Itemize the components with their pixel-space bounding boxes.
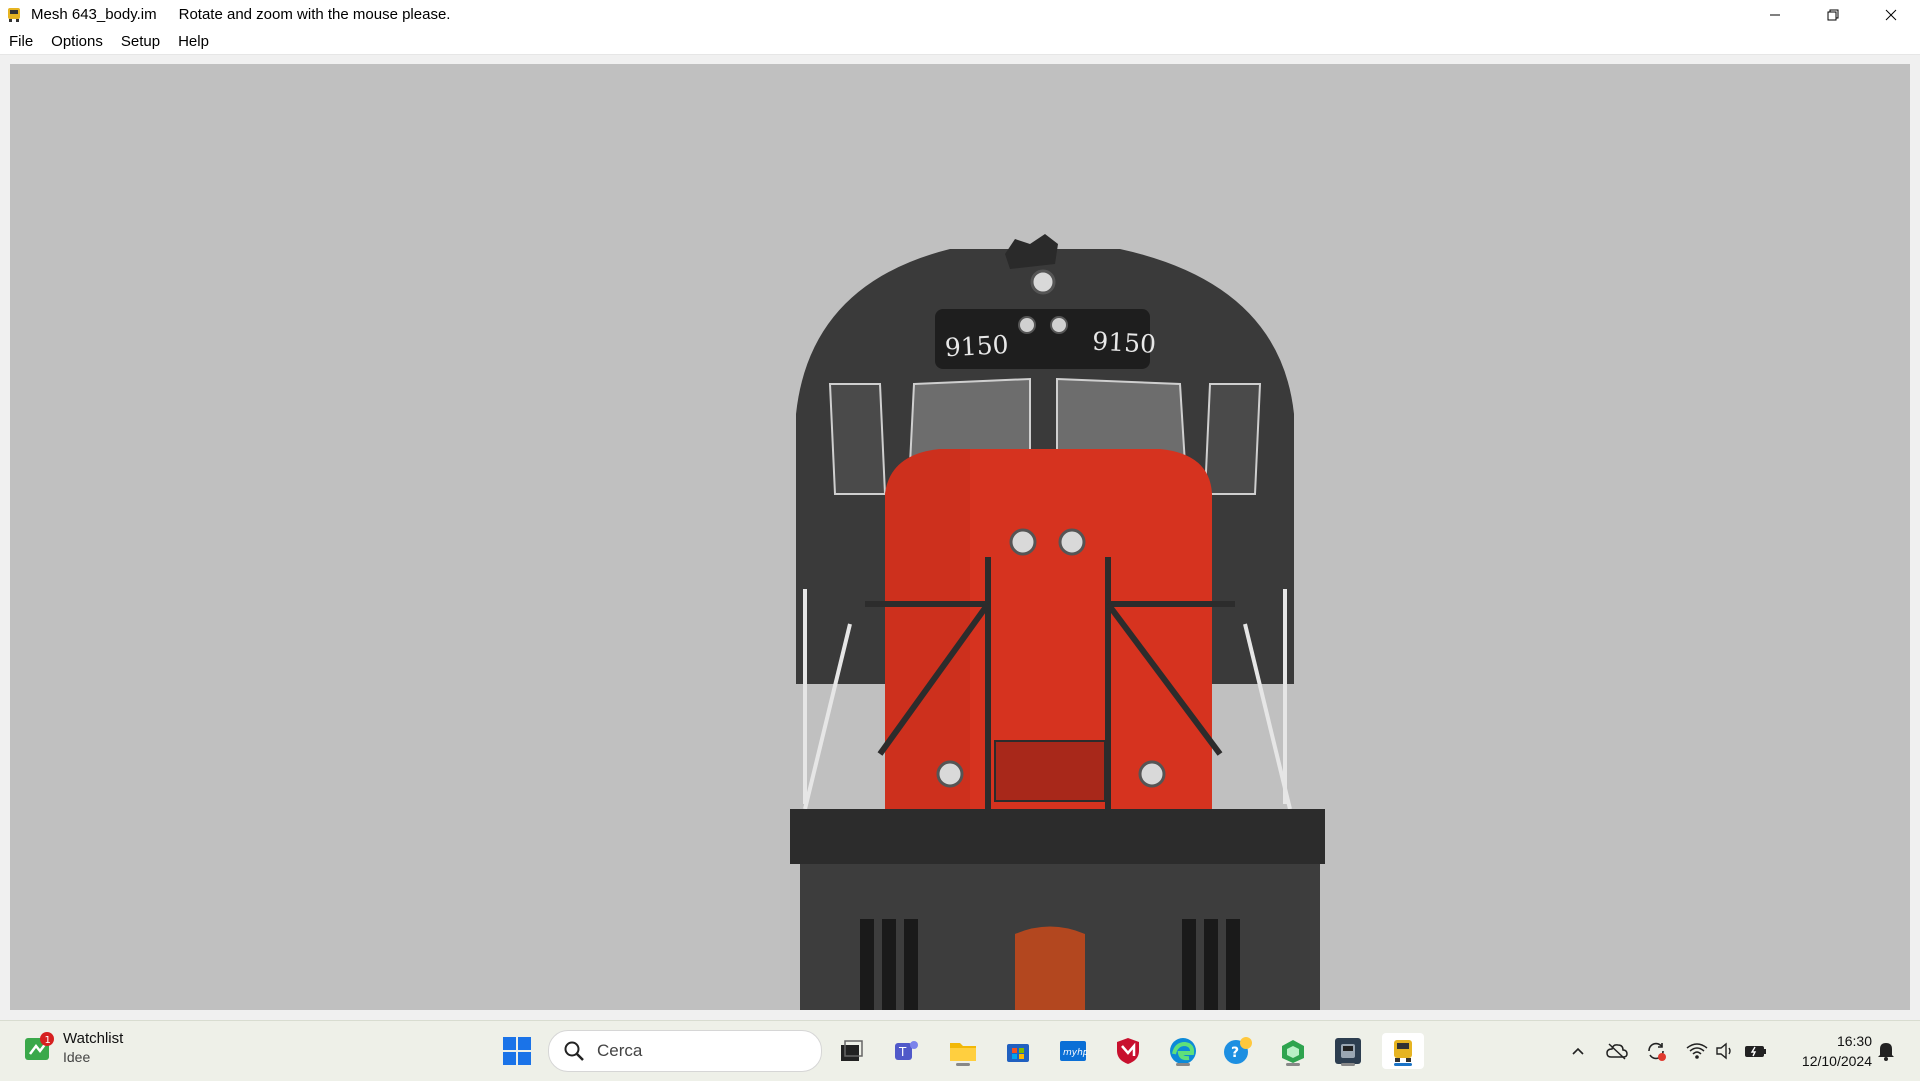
roof-horn — [1005, 234, 1058, 269]
number-board-right: 9150 — [1092, 327, 1157, 359]
menu-file[interactable]: File — [0, 33, 42, 50]
widget-title: Watchlist — [63, 1030, 124, 1047]
restore-button[interactable] — [1804, 0, 1862, 29]
windows-logo-icon — [503, 1037, 531, 1065]
mcafee-button[interactable] — [1110, 1033, 1146, 1069]
mcafee-shield-icon — [1117, 1038, 1139, 1064]
tray-overflow-button[interactable] — [1566, 1039, 1590, 1063]
wifi-icon — [1686, 1043, 1708, 1059]
marker-light-right — [1050, 316, 1068, 334]
cab-window-side-left — [828, 383, 887, 495]
number-board-left: 9150 — [944, 330, 1009, 362]
onedrive-button[interactable] — [1605, 1039, 1629, 1063]
chevron-up-icon — [1572, 1047, 1584, 1055]
speaker-icon — [1716, 1042, 1731, 1060]
volume-button[interactable] — [1713, 1039, 1737, 1063]
app-icon — [8, 7, 20, 22]
3d-viewport[interactable]: 9150 9150 — [10, 64, 1910, 1010]
coupler — [1015, 926, 1085, 1010]
widgets-button[interactable]: 1 Watchlist Idee — [22, 1029, 123, 1067]
sync-button[interactable] — [1644, 1039, 1668, 1063]
help-icon: ? — [1224, 1037, 1252, 1064]
file-explorer-button[interactable] — [945, 1033, 981, 1069]
taskbar-search[interactable]: Cerca — [548, 1030, 822, 1072]
edge-icon — [1170, 1038, 1196, 1064]
teams-icon: T — [895, 1041, 918, 1060]
clock-time: 16:30 — [1836, 1033, 1872, 1049]
cloud-offline-icon — [1606, 1043, 1628, 1060]
search-placeholder: Cerca — [597, 1041, 643, 1060]
hood-headlight-right — [1058, 528, 1086, 556]
clock-date: 12/10/2024 — [1801, 1053, 1872, 1069]
folder-icon — [950, 1043, 976, 1061]
taskbar-clock[interactable]: 16:30 12/10/2024 — [1782, 1031, 1872, 1071]
ditch-light-left — [936, 760, 964, 788]
viewport-frame: 9150 9150 — [0, 55, 1920, 1020]
battery-button[interactable] — [1744, 1039, 1768, 1063]
restore-icon — [1827, 9, 1839, 20]
menu-setup[interactable]: Setup — [112, 33, 169, 50]
mesh-viewer-button[interactable] — [1382, 1033, 1424, 1069]
task-view-icon — [841, 1040, 863, 1061]
mesh-viewer-icon — [1394, 1040, 1412, 1062]
get-help-button[interactable]: ? — [1220, 1033, 1256, 1069]
minimize-icon — [1770, 14, 1780, 15]
ditch-light-right — [1138, 760, 1166, 788]
window-title: Mesh 643_body.im — [31, 6, 157, 23]
menu-options[interactable]: Options — [42, 33, 112, 50]
app-green-icon — [1282, 1040, 1304, 1063]
myhp-button[interactable]: myhp — [1055, 1033, 1091, 1069]
teams-button[interactable]: T — [889, 1033, 925, 1069]
store-button[interactable] — [1000, 1033, 1036, 1069]
store-icon — [1007, 1044, 1029, 1062]
search-icon — [564, 1041, 584, 1061]
front-deck — [790, 809, 1325, 864]
green-app-button[interactable] — [1275, 1033, 1311, 1069]
marker-light-left — [1018, 316, 1036, 334]
svg-text:T: T — [898, 1045, 907, 1059]
top-headlight — [1030, 269, 1056, 295]
menu-help[interactable]: Help — [169, 33, 218, 50]
close-icon — [1885, 9, 1897, 20]
hood-headlight-left — [1009, 528, 1037, 556]
battery-charging-icon — [1745, 1046, 1766, 1057]
myhp-icon: myhp — [1060, 1041, 1087, 1061]
svg-text:?: ? — [1231, 1045, 1239, 1061]
svg-text:myhp: myhp — [1063, 1048, 1087, 1058]
start-button[interactable] — [499, 1033, 535, 1069]
train-sim-button[interactable] — [1330, 1033, 1366, 1069]
cab-window-side-right — [1203, 383, 1262, 495]
close-button[interactable] — [1862, 0, 1920, 29]
task-view-button[interactable] — [833, 1033, 869, 1069]
widget-badge: 1 — [45, 1035, 51, 1046]
wifi-button[interactable] — [1685, 1039, 1709, 1063]
taskbar: 1 Watchlist Idee Cerca T myhp ? 16:30 12… — [0, 1020, 1920, 1081]
title-bar: Mesh 643_body.im Rotate and zoom with th… — [0, 0, 1920, 29]
window-hint: Rotate and zoom with the mouse please. — [178, 6, 451, 23]
widget-subtitle: Idee — [63, 1049, 91, 1065]
minimize-button[interactable] — [1746, 0, 1804, 29]
menu-bar: File Options Setup Help — [0, 29, 1920, 55]
sync-icon — [1648, 1042, 1666, 1061]
train-sim-icon — [1335, 1038, 1361, 1064]
notifications-button[interactable] — [1874, 1039, 1898, 1063]
bell-icon — [1878, 1043, 1894, 1061]
hood-shading — [885, 449, 970, 809]
hood-grille — [994, 740, 1106, 802]
watchlist-icon: 1 — [25, 1032, 54, 1060]
edge-button[interactable] — [1165, 1033, 1201, 1069]
locomotive-model: 9150 9150 — [790, 234, 1325, 1010]
